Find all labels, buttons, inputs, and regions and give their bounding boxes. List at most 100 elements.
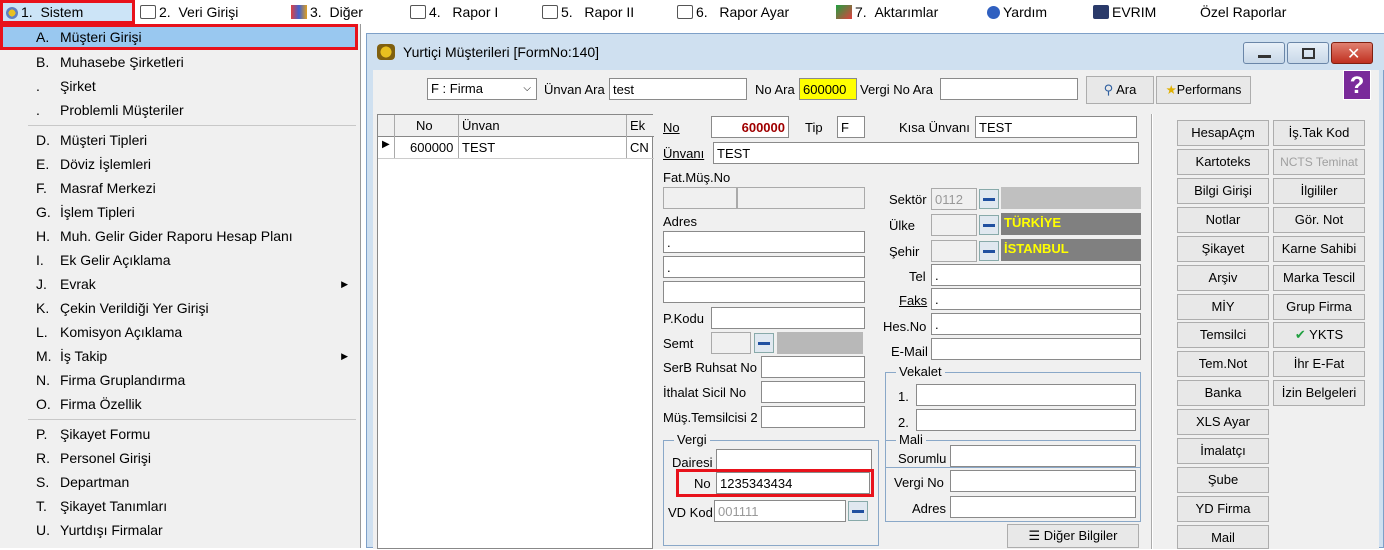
- unvan-field[interactable]: [713, 142, 1139, 164]
- kisa-unvan-field[interactable]: [975, 116, 1137, 138]
- tip-field[interactable]: [837, 116, 865, 138]
- fat-mus-no-name-field[interactable]: [737, 187, 865, 209]
- serb-ruhsat-field[interactable]: [761, 356, 865, 378]
- fat-mus-no-field[interactable]: [663, 187, 737, 209]
- semt-code-field[interactable]: [711, 332, 751, 354]
- faks-field[interactable]: [931, 288, 1141, 310]
- mail-button[interactable]: Mail: [1177, 525, 1269, 549]
- marka-tescil-button[interactable]: Marka Tescil: [1273, 265, 1365, 291]
- grup-firma-button[interactable]: Grup Firma: [1273, 294, 1365, 320]
- menu-item-is-takip[interactable]: M. İş Takip ▶: [0, 344, 358, 368]
- window-titlebar[interactable]: Yurtiçi Müşterileri [FormNo:140] ✕: [367, 34, 1384, 70]
- menu-item-firma-ozellik[interactable]: O. Firma Özellik: [0, 392, 358, 416]
- temsilci-button[interactable]: Temsilci: [1177, 322, 1269, 348]
- xls-ayar-button[interactable]: XLS Ayar: [1177, 409, 1269, 435]
- adres-line-2[interactable]: [663, 256, 865, 278]
- ilgililer-button[interactable]: İlgililer: [1273, 178, 1365, 204]
- menu-veri-girisi[interactable]: 2. Veri Girişi: [140, 0, 238, 24]
- menu-rapor-2[interactable]: 5. Rapor II: [542, 0, 634, 24]
- lookup-icon[interactable]: [848, 501, 868, 521]
- menu-item-sikayet-tanimlari[interactable]: T. Şikayet Tanımları: [0, 494, 358, 518]
- sektor-code-field[interactable]: [931, 188, 977, 210]
- menu-rapor-1[interactable]: 4. Rapor I: [410, 0, 498, 24]
- sube-button[interactable]: Şube: [1177, 467, 1269, 493]
- ihr-e-fat-button[interactable]: İhr E-Fat: [1273, 351, 1365, 377]
- menu-item-departman[interactable]: S. Departman: [0, 470, 358, 494]
- column-header-ek[interactable]: Ek: [630, 118, 645, 133]
- menu-item-islem-tipleri[interactable]: G. İşlem Tipleri: [0, 200, 358, 224]
- banka-button[interactable]: Banka: [1177, 380, 1269, 406]
- menu-yardim[interactable]: Yardım: [987, 0, 1047, 24]
- menu-aktarimlar[interactable]: 7. Aktarımlar: [836, 0, 938, 24]
- menu-rapor-ayar[interactable]: 6. Rapor Ayar: [677, 0, 789, 24]
- menu-evrim[interactable]: EVRIM: [1093, 0, 1156, 24]
- menu-diger[interactable]: 3. Diğer: [291, 0, 363, 24]
- menu-item-masraf-merkezi[interactable]: F. Masraf Merkezi: [0, 176, 358, 200]
- notlar-button[interactable]: Notlar: [1177, 207, 1269, 233]
- menu-item-doviz-islemleri[interactable]: E. Döviz İşlemleri: [0, 152, 358, 176]
- performans-button[interactable]: ★Performans: [1156, 76, 1251, 104]
- sikayet-button[interactable]: Şikayet: [1177, 236, 1269, 262]
- menu-item-evrak[interactable]: J. Evrak ▶: [0, 272, 358, 296]
- column-header-no[interactable]: No: [416, 118, 433, 133]
- menu-item-komisyon-aciklama[interactable]: L. Komisyon Açıklama: [0, 320, 358, 344]
- maximize-button[interactable]: [1287, 42, 1329, 64]
- gor-not-button[interactable]: Gör. Not: [1273, 207, 1365, 233]
- menu-item-cek-verildigi-yer[interactable]: K. Çekin Verildiği Yer Girişi: [0, 296, 358, 320]
- lookup-icon[interactable]: [754, 333, 774, 353]
- menu-item-musteri-tipleri[interactable]: D. Müşteri Tipleri: [0, 128, 358, 152]
- bilgi-girisi-button[interactable]: Bilgi Girişi: [1177, 178, 1269, 204]
- vergi-dairesi-field[interactable]: [716, 449, 872, 471]
- menu-item-problemli-musteriler[interactable]: . Problemli Müşteriler: [0, 98, 358, 122]
- close-button[interactable]: ✕: [1331, 42, 1373, 64]
- lookup-icon[interactable]: [979, 215, 999, 235]
- lookup-icon[interactable]: [979, 189, 999, 209]
- help-button[interactable]: ?: [1343, 70, 1371, 100]
- no-field[interactable]: [711, 116, 789, 138]
- adres-line-1[interactable]: [663, 231, 865, 253]
- menu-item-muhasebe-sirketleri[interactable]: B. Muhasebe Şirketleri: [0, 50, 358, 74]
- menu-ozel-raporlar[interactable]: Özel Raporlar: [1200, 0, 1286, 24]
- diger-bilgiler-button[interactable]: ☰ Diğer Bilgiler: [1007, 524, 1139, 548]
- kartoteks-button[interactable]: Kartoteks: [1177, 149, 1269, 175]
- menu-item-musteri-girisi[interactable]: A. Müşteri Girişi: [0, 24, 358, 50]
- izin-belgeleri-button[interactable]: İzin Belgeleri: [1273, 380, 1365, 406]
- menu-item-sikayet-formu[interactable]: P. Şikayet Formu: [0, 422, 358, 446]
- hesap-acm-button[interactable]: HesapAçm: [1177, 120, 1269, 146]
- vekalet-2-field[interactable]: [916, 409, 1136, 431]
- tel-field[interactable]: [931, 264, 1141, 286]
- table-row[interactable]: ▶ 600000 TEST CN: [378, 137, 654, 159]
- menu-sistem[interactable]: 1. Sistem: [6, 0, 83, 24]
- ara-button[interactable]: ⚲ Ara: [1086, 76, 1154, 104]
- yd-firma-button[interactable]: YD Firma: [1177, 496, 1269, 522]
- vekalet-1-field[interactable]: [916, 384, 1136, 406]
- type-select[interactable]: F : Firma ⌵: [427, 78, 537, 100]
- vergi-search-input[interactable]: [940, 78, 1078, 100]
- menu-item-gelir-gider-raporu[interactable]: H. Muh. Gelir Gider Raporu Hesap Planı: [0, 224, 358, 248]
- mus-temsilcisi-field[interactable]: [761, 406, 865, 428]
- hes-no-field[interactable]: [931, 313, 1141, 335]
- menu-item-yurtdisi-firmalar[interactable]: U. Yurtdışı Firmalar: [0, 518, 358, 542]
- menu-item-ek-gelir-aciklama[interactable]: I. Ek Gelir Açıklama: [0, 248, 358, 272]
- ithalat-sicil-field[interactable]: [761, 381, 865, 403]
- lookup-icon[interactable]: [979, 241, 999, 261]
- menu-item-personel-girisi[interactable]: R. Personel Girişi: [0, 446, 358, 470]
- menu-item-firma-gruplandirma[interactable]: N. Firma Gruplandırma: [0, 368, 358, 392]
- mali-adres-field[interactable]: [950, 496, 1136, 518]
- tem-not-button[interactable]: Tem.Not: [1177, 351, 1269, 377]
- minimize-button[interactable]: [1243, 42, 1285, 64]
- miy-button[interactable]: MİY: [1177, 294, 1269, 320]
- menu-item-sirket[interactable]: . Şirket: [0, 74, 358, 98]
- karne-sahibi-button[interactable]: Karne Sahibi: [1273, 236, 1365, 262]
- adres-line-3[interactable]: [663, 281, 865, 303]
- mali-vergi-no-field[interactable]: [950, 470, 1136, 492]
- vd-kod-field[interactable]: [714, 500, 846, 522]
- column-header-unvan[interactable]: Ünvan: [462, 118, 500, 133]
- unvan-search-input[interactable]: [609, 78, 747, 100]
- posta-kodu-field[interactable]: [711, 307, 865, 329]
- ykts-button[interactable]: ✔ YKTS: [1273, 322, 1365, 348]
- email-field[interactable]: [931, 338, 1141, 360]
- mali-sorumlu-field[interactable]: [950, 445, 1136, 467]
- vergi-no-field[interactable]: [716, 472, 870, 494]
- no-search-input[interactable]: [799, 78, 857, 100]
